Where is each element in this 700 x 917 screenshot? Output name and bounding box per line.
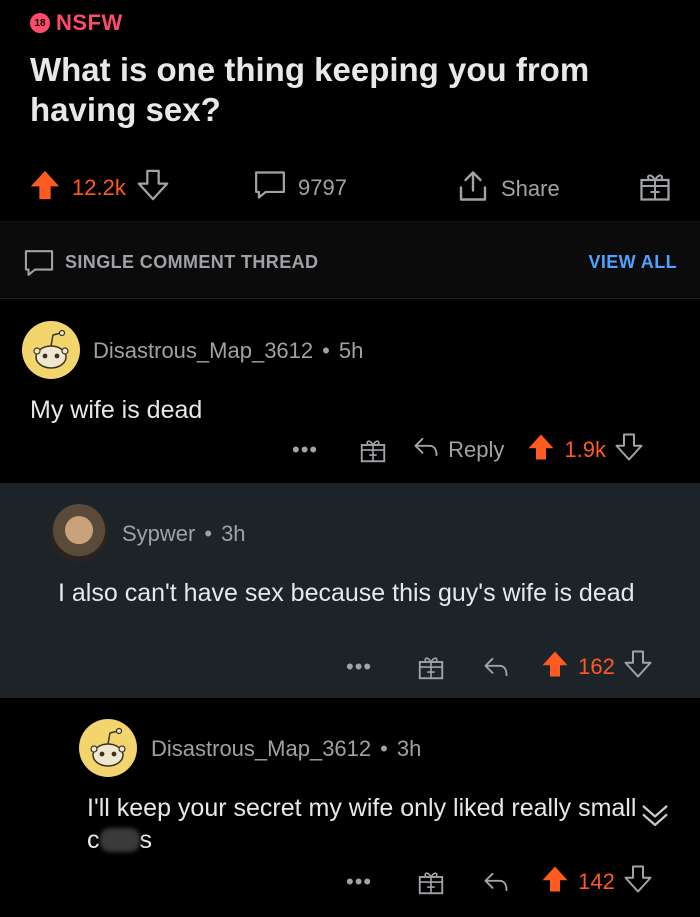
post-vote-group: 12.2k <box>28 168 170 208</box>
single-thread-label: SINGLE COMMENT THREAD <box>65 252 319 272</box>
comment-action-bar: ••• Reply 1.9k <box>292 432 644 468</box>
post-award-button[interactable] <box>637 168 673 210</box>
reply-arrow-icon[interactable] <box>482 655 510 679</box>
comment-body: I also can't have sex because this guy's… <box>58 579 635 607</box>
nsfw-tag: 18 NSFW <box>30 10 123 36</box>
comment-body: I'll keep your secret my wife only liked… <box>87 792 637 856</box>
reply-label: Reply <box>448 437 505 462</box>
comment-author[interactable]: Sypwer <box>122 521 195 547</box>
user-photo-avatar[interactable] <box>50 504 108 562</box>
comment-action-bar: ••• 162 <box>346 649 653 685</box>
comment-score: 142 <box>578 869 615 894</box>
comment-reply-highlighted: Sypwer • 3h I also can't have sex becaus… <box>0 483 700 698</box>
share-icon <box>455 168 491 210</box>
post-action-bar: 12.2k 9797 Share <box>0 160 700 212</box>
redaction-blur <box>99 828 140 852</box>
comment-age: 3h <box>396 736 422 761</box>
downvote-arrow-icon[interactable] <box>623 649 653 685</box>
comment-body: My wife is dead <box>30 396 203 424</box>
reply-arrow-icon[interactable] <box>482 870 510 894</box>
meta-dot: • <box>322 338 330 363</box>
gift-award-icon[interactable] <box>358 435 388 465</box>
post-score: 12.2k <box>72 175 126 200</box>
comment-age: 3h <box>221 521 246 546</box>
single-thread-bar: SINGLE COMMENT THREAD VIEW ALL <box>0 221 700 299</box>
reply-button[interactable]: Reply <box>412 435 504 465</box>
more-dots-icon[interactable]: ••• <box>346 869 372 895</box>
post-share-button[interactable]: Share <box>455 168 560 210</box>
meta-dot: • <box>204 521 213 546</box>
comment-bubble-icon <box>22 247 56 284</box>
downvote-arrow-icon[interactable] <box>623 864 653 900</box>
comment-author[interactable]: Disastrous_Map_3612 <box>151 736 371 762</box>
more-dots-icon[interactable]: ••• <box>292 437 318 463</box>
snoo-avatar-icon[interactable] <box>22 321 80 379</box>
gift-award-icon[interactable] <box>416 652 446 682</box>
view-all-button[interactable]: VIEW ALL <box>588 252 677 273</box>
comment-age: 5h <box>338 338 364 363</box>
comment-top: Disastrous_Map_3612 • 5h My wife is dead… <box>0 300 700 483</box>
snoo-avatar-icon[interactable] <box>79 719 137 777</box>
upvote-arrow-icon[interactable] <box>540 864 570 900</box>
comment-action-bar: ••• 142 <box>346 864 653 900</box>
comment-body-text: I'll keep your secret my wife only liked… <box>87 794 637 854</box>
comment-meta: Disastrous_Map_3612 • 3h <box>151 736 421 762</box>
comment-meta: Disastrous_Map_3612 • 5h <box>93 338 363 364</box>
reply-arrow-icon <box>412 435 440 465</box>
meta-dot: • <box>380 736 388 761</box>
comment-score: 162 <box>578 654 615 679</box>
upvote-arrow-icon[interactable] <box>540 649 570 685</box>
share-label: Share <box>501 176 560 201</box>
comment-vote-group: 1.9k <box>526 432 644 468</box>
upvote-arrow-icon[interactable] <box>28 168 62 208</box>
comment-vote-group: 142 <box>540 864 653 900</box>
gift-award-icon <box>637 168 673 210</box>
comment-meta: Sypwer • 3h <box>122 521 246 547</box>
comment-vote-group: 162 <box>540 649 653 685</box>
comment-body-text-end: s <box>139 826 153 854</box>
comment-author[interactable]: Disastrous_Map_3612 <box>93 338 313 364</box>
post-comment-count: 9797 <box>298 175 347 200</box>
comment-nested: Disastrous_Map_3612 • 3h I'll keep your … <box>0 698 700 917</box>
collapse-chevron-icon[interactable] <box>638 798 672 837</box>
gift-award-icon[interactable] <box>416 867 446 897</box>
comment-bubble-icon <box>252 168 288 208</box>
more-dots-icon[interactable]: ••• <box>346 654 372 680</box>
post-comments-button[interactable]: 9797 <box>252 168 347 208</box>
post-title: What is one thing keeping you from havin… <box>30 51 590 128</box>
comment-score: 1.9k <box>564 437 606 462</box>
nsfw-18-badge: 18 <box>30 13 50 33</box>
downvote-arrow-icon[interactable] <box>614 432 644 468</box>
nsfw-label: NSFW <box>56 10 123 35</box>
downvote-arrow-icon[interactable] <box>136 168 170 208</box>
upvote-arrow-icon[interactable] <box>526 432 556 468</box>
